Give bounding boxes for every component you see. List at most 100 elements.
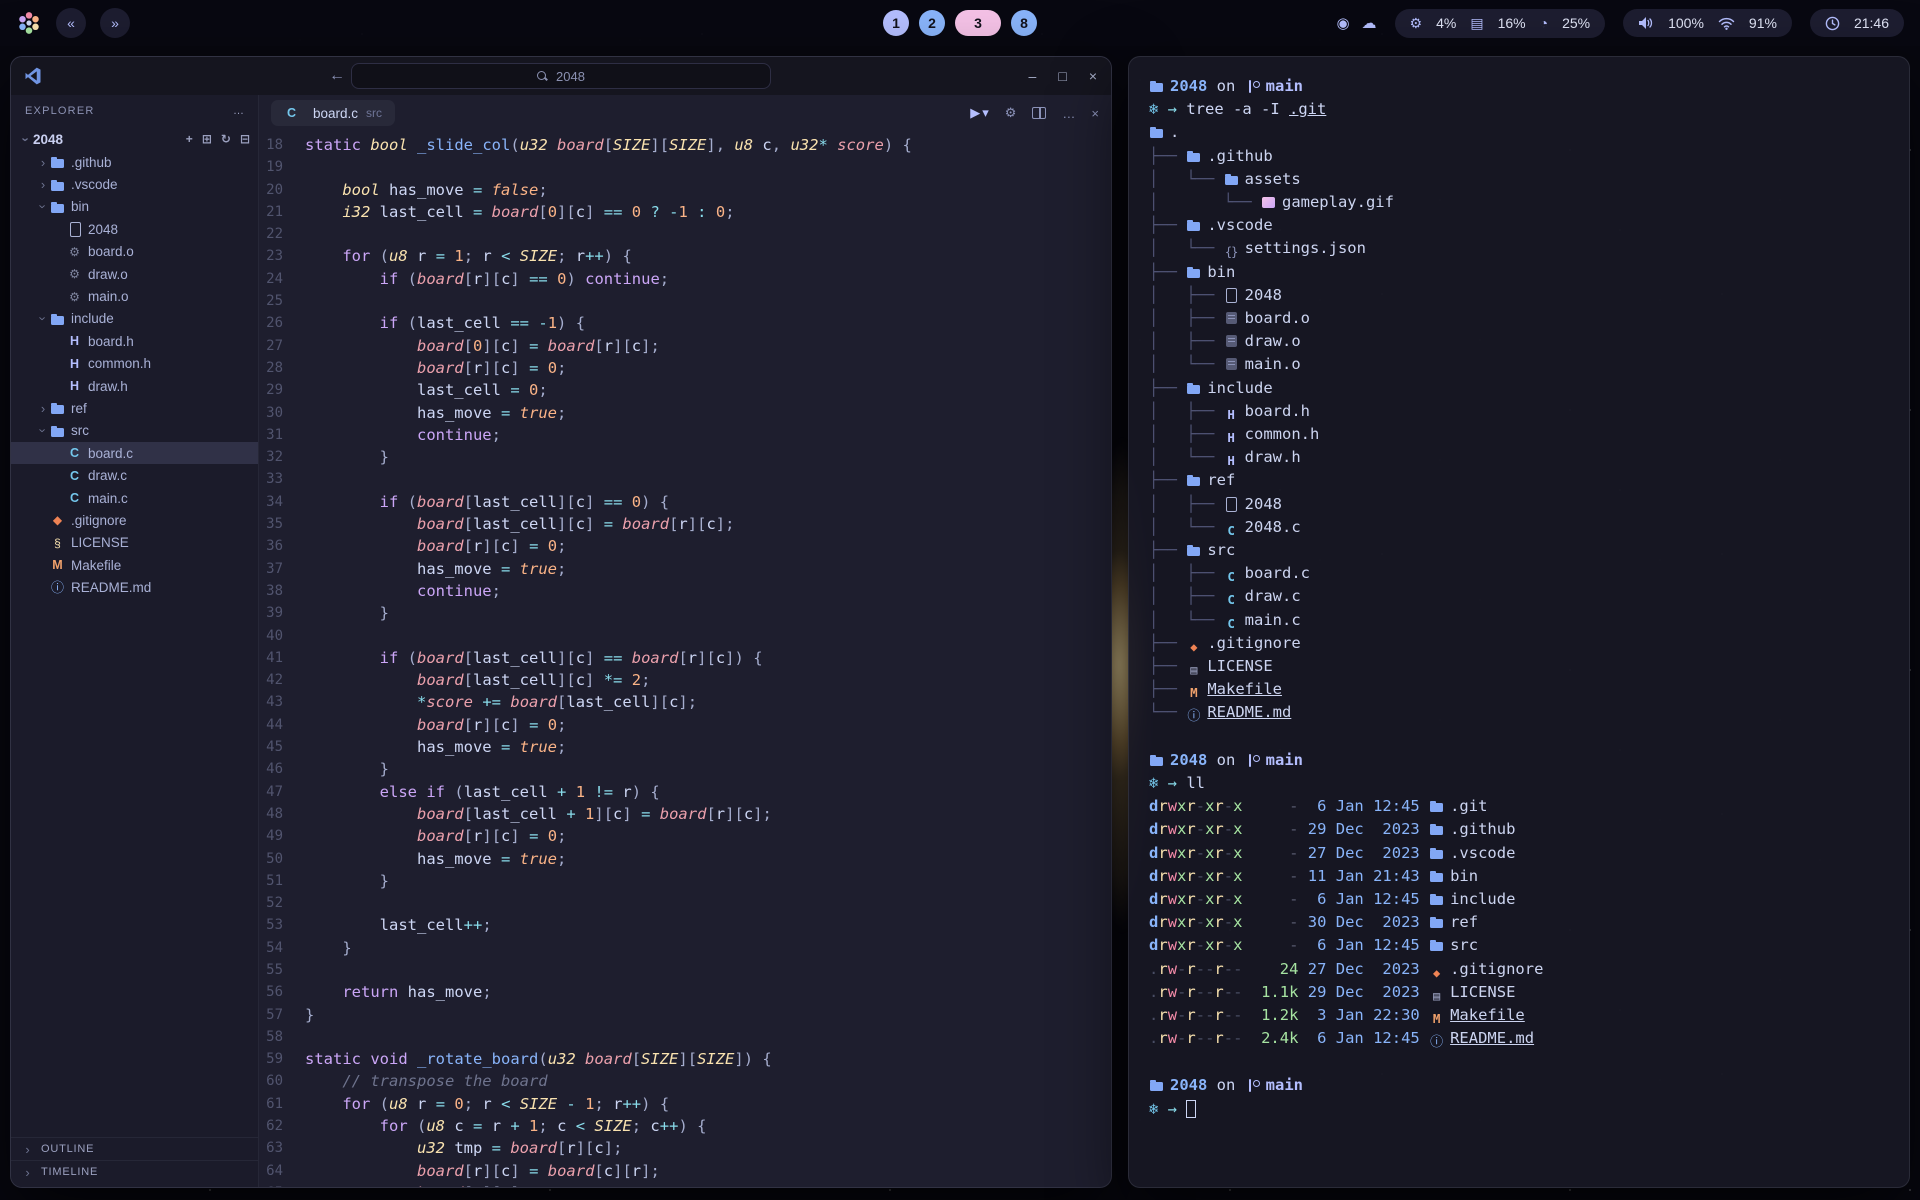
- code-line: 47 else if (last_cell + 1 != r) {: [259, 781, 1111, 803]
- terminal-line: .rw-r--r-- 24 27 Dec 2023 ◆.gitignore: [1149, 958, 1889, 981]
- minimize-button[interactable]: –: [1029, 68, 1037, 84]
- line-number: 27: [259, 335, 305, 357]
- terminal-window[interactable]: 2048 on main❄ → tree -a -I .git.├── .git…: [1128, 56, 1910, 1188]
- explorer-more-icon[interactable]: …: [233, 105, 244, 117]
- line-number: 45: [259, 736, 305, 758]
- terminal-line: │ └── main.o: [1149, 353, 1889, 376]
- explorer-item-common.h[interactable]: Hcommon.h: [11, 353, 258, 375]
- weather-widget[interactable]: ◉ ☁: [1336, 14, 1376, 32]
- workspace-1[interactable]: 1: [883, 10, 909, 36]
- explorer-item-label: include: [71, 311, 114, 326]
- media-next-button[interactable]: »: [100, 8, 130, 38]
- workspace-3[interactable]: 3: [955, 10, 1001, 36]
- explorer-item-board.h[interactable]: Hboard.h: [11, 330, 258, 352]
- tab-board-c[interactable]: C board.c src: [271, 100, 395, 126]
- workspace-8[interactable]: 8: [1011, 10, 1037, 36]
- line-number: 39: [259, 602, 305, 624]
- file-icon: [1224, 496, 1239, 512]
- explorer-item-2048[interactable]: 2048: [11, 218, 258, 240]
- line-number: 24: [259, 268, 305, 290]
- obj-icon: ⚙: [67, 266, 82, 282]
- timeline-panel[interactable]: › TIMELINE: [11, 1160, 258, 1183]
- code-line: 63 u32 tmp = board[r][c];: [259, 1137, 1111, 1159]
- code-line: 53 last_cell++;: [259, 914, 1111, 936]
- terminal-line: │ └── {}settings.json: [1149, 237, 1889, 260]
- terminal-line: drwxr-xr-x - 27 Dec 2023 .vscode: [1149, 842, 1889, 865]
- new-file-icon[interactable]: +: [186, 132, 193, 146]
- obj-icon: ⚙: [67, 244, 82, 260]
- explorer-item-src[interactable]: ›src: [11, 420, 258, 442]
- folder-icon: [1429, 891, 1444, 907]
- close-editor-icon[interactable]: ×: [1091, 106, 1099, 121]
- git-icon: ◆: [50, 512, 65, 528]
- explorer-item-main.c[interactable]: Cmain.c: [11, 487, 258, 509]
- explorer-item-label: ref: [71, 401, 87, 416]
- explorer-item-draw.h[interactable]: Hdraw.h: [11, 375, 258, 397]
- audio-network-pill[interactable]: 100% 91%: [1623, 9, 1792, 37]
- explorer-item-label: .github: [71, 155, 112, 170]
- desktop: « » 1238 ◉ ☁ ⚙ 4% ▤ 16% ◔ 25% 1: [0, 0, 1920, 1200]
- explorer-item-include[interactable]: ›include: [11, 308, 258, 330]
- media-next-icon: »: [111, 15, 119, 31]
- terminal-line: ├── ref: [1149, 469, 1889, 492]
- file-icon: [67, 221, 82, 237]
- tab-filename: board.c: [313, 106, 358, 121]
- explorer-item-.vscode[interactable]: ›.vscode: [11, 173, 258, 195]
- explorer-item-.github[interactable]: ›.github: [11, 151, 258, 173]
- split-editor-icon[interactable]: [1032, 107, 1046, 119]
- explorer-item-main.o[interactable]: ⚙main.o: [11, 285, 258, 307]
- explorer-item-board.o[interactable]: ⚙board.o: [11, 241, 258, 263]
- explorer-item-draw.c[interactable]: Cdraw.c: [11, 464, 258, 486]
- line-number: 40: [259, 625, 305, 647]
- folder-icon: [50, 423, 65, 439]
- explorer-item-Makefile[interactable]: MMakefile: [11, 554, 258, 576]
- wifi-icon: [1718, 17, 1735, 30]
- code-line: 26 if (last_cell == -1) {: [259, 312, 1111, 334]
- folder-icon: [1429, 937, 1444, 953]
- settings-gear-icon[interactable]: ⚙: [1005, 105, 1017, 121]
- explorer-root-folder[interactable]: › 2048 + ⊞ ↻ ⊟: [11, 127, 258, 151]
- run-button[interactable]: ▶ ▾: [970, 105, 989, 121]
- explorer-item-draw.o[interactable]: ⚙draw.o: [11, 263, 258, 285]
- top-bar: « » 1238 ◉ ☁ ⚙ 4% ▤ 16% ◔ 25% 1: [0, 0, 1920, 46]
- code-lines[interactable]: 18static bool _slide_col(u32 board[SIZE]…: [259, 131, 1111, 1187]
- terminal-line: [1149, 725, 1889, 748]
- editor-area: C board.c src ▶ ▾ ⚙ … ×: [259, 95, 1111, 1187]
- explorer-item-label: LICENSE: [71, 535, 129, 550]
- explorer-title: EXPLORER: [25, 105, 95, 117]
- explorer-item-bin[interactable]: ›bin: [11, 196, 258, 218]
- clock-pill[interactable]: 21:46: [1810, 9, 1904, 37]
- code-line: 18static bool _slide_col(u32 board[SIZE]…: [259, 134, 1111, 156]
- new-folder-icon[interactable]: ⊞: [202, 132, 212, 146]
- line-number: 36: [259, 535, 305, 557]
- line-number: 61: [259, 1093, 305, 1115]
- more-actions-icon[interactable]: …: [1062, 106, 1075, 121]
- system-stats-pill[interactable]: ⚙ 4% ▤ 16% ◔ 25%: [1395, 9, 1606, 38]
- launcher-flake-icon[interactable]: [16, 10, 42, 36]
- media-prev-button[interactable]: «: [56, 8, 86, 38]
- explorer-item-LICENSE[interactable]: §LICENSE: [11, 532, 258, 554]
- folder-icon: [1149, 1077, 1164, 1093]
- workspace-2[interactable]: 2: [919, 10, 945, 36]
- explorer-item-board.c[interactable]: Cboard.c: [11, 442, 258, 464]
- search-icon: [537, 71, 548, 82]
- mk-icon: M: [1429, 1011, 1444, 1027]
- line-number: 28: [259, 357, 305, 379]
- maximize-button[interactable]: □: [1058, 68, 1066, 84]
- bin-icon: [1224, 333, 1239, 349]
- md-icon: ⓘ: [50, 580, 65, 596]
- refresh-icon[interactable]: ↻: [221, 132, 231, 146]
- back-button[interactable]: ←: [329, 67, 345, 85]
- terminal-line: │ ├── 2048: [1149, 284, 1889, 307]
- outline-label: OUTLINE: [41, 1143, 94, 1155]
- command-center-search[interactable]: 2048: [351, 63, 771, 89]
- outline-panel[interactable]: › OUTLINE: [11, 1137, 258, 1160]
- explorer-item-label: board.c: [88, 446, 133, 461]
- folder-icon: [50, 199, 65, 215]
- explorer-item-.gitignore[interactable]: ◆.gitignore: [11, 509, 258, 531]
- explorer-item-ref[interactable]: ›ref: [11, 397, 258, 419]
- explorer-item-README.md[interactable]: ⓘREADME.md: [11, 576, 258, 598]
- code-line: 19: [259, 156, 1111, 178]
- collapse-all-icon[interactable]: ⊟: [240, 132, 250, 146]
- close-button[interactable]: ×: [1089, 68, 1097, 84]
